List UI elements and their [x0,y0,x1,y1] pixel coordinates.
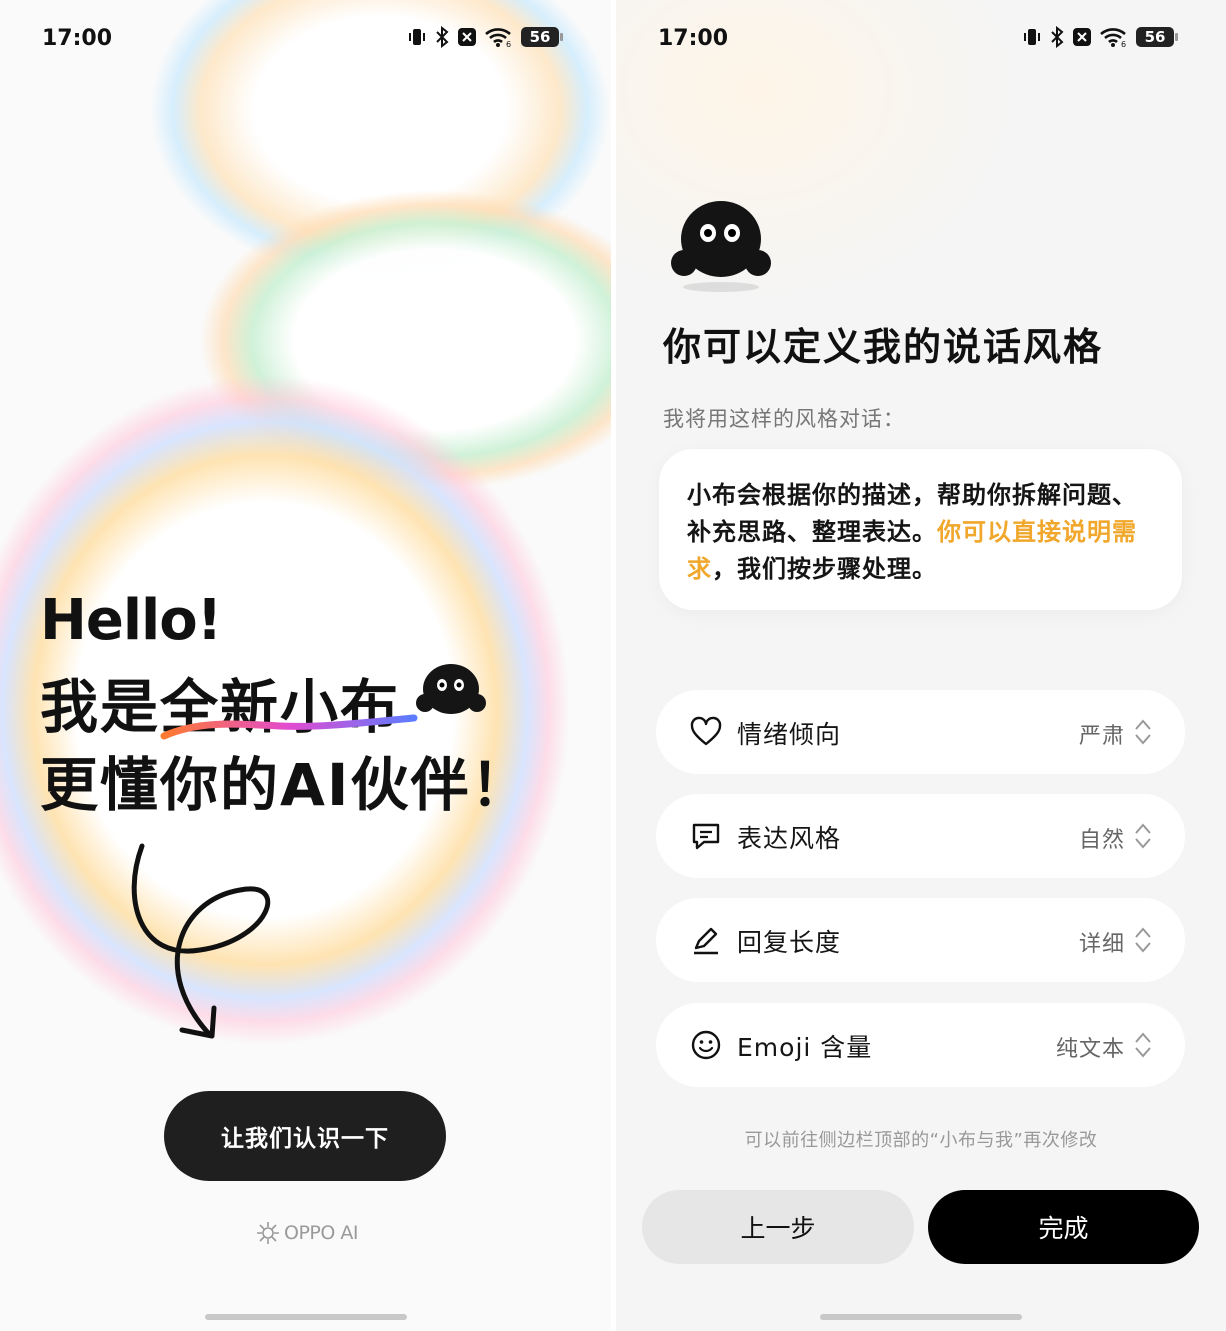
vibrate-icon [409,29,425,45]
chevron-updown-icon [1135,1032,1151,1058]
brand-text: OPPO AI [284,1222,358,1244]
style-preview-card: 小布会根据你的描述，帮助你拆解问题、补充思路、整理表达。你可以直接说明需求，我们… [659,449,1182,610]
battery-indicator: 56 [521,27,563,47]
intro-line-1-a: 我是 [40,673,161,741]
edit-hint: 可以前往侧边栏顶部的“小布与我”再次修改 [744,1130,1098,1151]
bluetooth-icon [1051,26,1064,48]
option-label: 回复长度 [737,928,842,957]
page-subtitle: 我将用这样的风格对话： [663,407,905,431]
pen-icon [694,927,718,955]
option-value: 详细 [1078,932,1125,957]
option-expression-style[interactable]: 表达风格 自然 [656,794,1185,878]
option-emoji-amount[interactable]: Emoji 含量 纯文本 [656,1003,1185,1087]
option-value: 严肃 [1078,724,1125,749]
chevron-updown-icon [1135,927,1151,953]
mascot-icon [671,201,771,292]
wifi-icon: 6 [485,28,511,48]
chat-bubble-icon [692,823,720,850]
style-settings-screen: 17:00 6 56 你可以定义我的说话风格 我将用这样的风格对话： 小布会根据… [616,0,1226,1331]
option-label: 情绪倾向 [737,720,842,749]
option-emotion[interactable]: 情绪倾向 严肃 [656,690,1185,774]
previous-step-button[interactable]: 上一步 [642,1190,914,1264]
status-bar: 17:00 6 56 [0,24,611,58]
option-value: 自然 [1078,828,1125,853]
welcome-screen: 17:00 6 56 Hello! 我是全新小布 更懂你的AI伙伴！ 让我们认识… [0,0,611,1331]
intro-line-2: 更懂你的AI伙伴！ [40,751,531,819]
hello-heading: Hello! [40,588,222,653]
preview-text-tail: ，我们按步骤处理。 [712,555,937,583]
svg-text:6: 6 [506,40,511,48]
vibrate-icon [1024,29,1040,45]
style-preview-text: 小布会根据你的描述，帮助你拆解问题、补充思路、整理表达。你可以直接说明需求，我们… [687,477,1157,588]
smiley-icon [691,1030,721,1060]
done-button[interactable]: 完成 [928,1190,1199,1264]
home-indicator[interactable] [205,1314,407,1320]
page-title: 你可以定义我的说话风格 [663,325,1104,369]
battery-indicator: 56 [1136,27,1178,47]
wifi-icon: 6 [1100,28,1126,48]
option-label: Emoji 含量 [737,1033,873,1062]
option-reply-length[interactable]: 回复长度 详细 [656,898,1185,982]
curly-arrow-icon [131,843,271,1039]
option-value: 纯文本 [1055,1037,1125,1062]
svg-text:6: 6 [1121,40,1126,48]
status-time: 17:00 [42,26,113,51]
status-bar: 17:00 6 56 [616,24,1226,58]
status-time: 17:00 [658,26,729,51]
option-label: 表达风格 [737,824,842,853]
nfc-icon [1073,28,1091,46]
home-indicator[interactable] [820,1314,1022,1320]
chevron-updown-icon [1135,719,1151,745]
oppo-ai-logo-icon [257,1222,279,1244]
heart-icon [690,716,722,746]
brand-logo: OPPO AI [256,1221,358,1245]
chevron-updown-icon [1135,823,1151,849]
get-acquainted-button[interactable]: 让我们认识一下 [164,1091,446,1181]
bluetooth-icon [436,26,449,48]
nfc-icon [458,28,476,46]
mascot-icon [416,664,486,714]
